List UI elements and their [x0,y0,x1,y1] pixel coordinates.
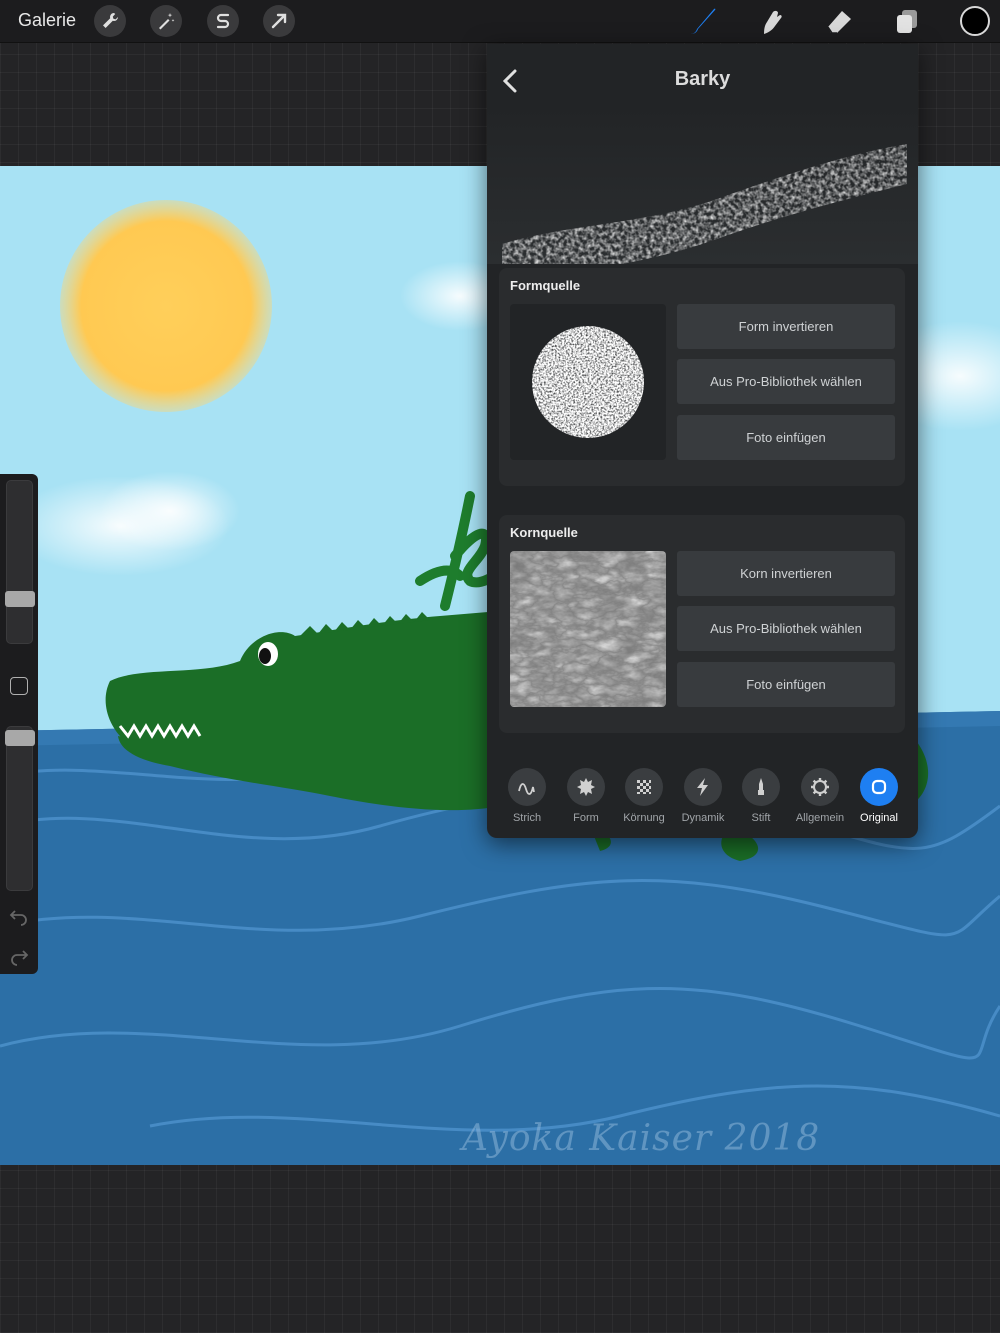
redo-icon[interactable] [9,946,29,966]
shape-insert-photo-button[interactable]: Foto einfügen [677,415,895,460]
undo-icon[interactable] [9,906,29,926]
grain-source-title: Kornquelle [510,525,578,540]
eraser-icon[interactable] [822,5,856,37]
transform-arrow-icon[interactable] [263,5,295,37]
tab-allgemein[interactable]: Allgemein [790,768,850,824]
magic-wand-icon[interactable] [150,5,182,37]
brush-settings-tabbar: Strich Form Körnung Dynamik Stift Allgem… [487,768,918,838]
gear-icon [801,768,839,806]
selection-s-icon[interactable] [207,5,239,37]
tab-original[interactable]: Original [849,768,909,824]
wrench-icon[interactable] [94,5,126,37]
modify-button[interactable] [10,677,28,695]
brush-stroke-preview [487,104,918,264]
source-square-icon [860,768,898,806]
invert-grain-button[interactable]: Korn invertieren [677,551,895,596]
layers-icon[interactable] [890,5,924,37]
shape-pro-library-button[interactable]: Aus Pro-Bibliothek wählen [677,359,895,404]
brush-settings-panel: Barky Formquelle Form invertieren Aus Pr… [487,44,918,838]
lightning-icon [684,768,722,806]
tab-form[interactable]: Form [556,768,616,824]
grain-source-section: Kornquelle Korn invertieren Aus Pro-Bibl… [499,515,905,733]
top-toolbar: Galerie [0,0,1000,43]
shape-source-title: Formquelle [510,278,581,293]
panel-header: Barky [487,44,918,108]
tab-label: Stift [751,812,771,824]
tab-label: Form [573,812,599,824]
tab-dynamik[interactable]: Dynamik [673,768,733,824]
pencil-tip-icon [742,768,780,806]
shape-source-thumbnail[interactable] [510,304,666,460]
brush-size-slider[interactable] [5,480,35,644]
shape-burst-icon [567,768,605,806]
tab-koernung[interactable]: Körnung [614,768,674,824]
grain-checker-icon [625,768,663,806]
brush-name-title: Barky [674,68,731,90]
tab-label: Original [860,812,898,824]
grain-insert-photo-button[interactable]: Foto einfügen [677,662,895,707]
brush-icon[interactable] [686,5,720,37]
gallery-button[interactable]: Galerie [18,10,76,31]
tab-label: Strich [512,812,542,824]
color-picker-button[interactable] [960,6,990,36]
brush-size-thumb[interactable] [5,591,35,607]
tab-label: Dynamik [681,812,725,824]
tab-label: Allgemein [795,812,845,824]
stroke-wave-icon [508,768,546,806]
brush-opacity-thumb[interactable] [5,730,35,746]
shape-source-section: Formquelle Form invertieren Aus Pro-Bibl… [499,268,905,486]
sun-shape [60,200,272,412]
grain-source-thumbnail[interactable] [510,551,666,707]
invert-shape-button[interactable]: Form invertieren [677,304,895,349]
brush-opacity-slider[interactable] [5,726,35,891]
grain-pro-library-button[interactable]: Aus Pro-Bibliothek wählen [677,606,895,651]
tab-stift[interactable]: Stift [731,768,791,824]
tab-strich[interactable]: Strich [497,768,557,824]
tab-label: Körnung [623,812,665,824]
artist-signature: Ayoka Kaiser 2018 [462,1118,821,1159]
smudge-icon[interactable] [754,5,788,37]
left-sidebar [0,474,38,974]
